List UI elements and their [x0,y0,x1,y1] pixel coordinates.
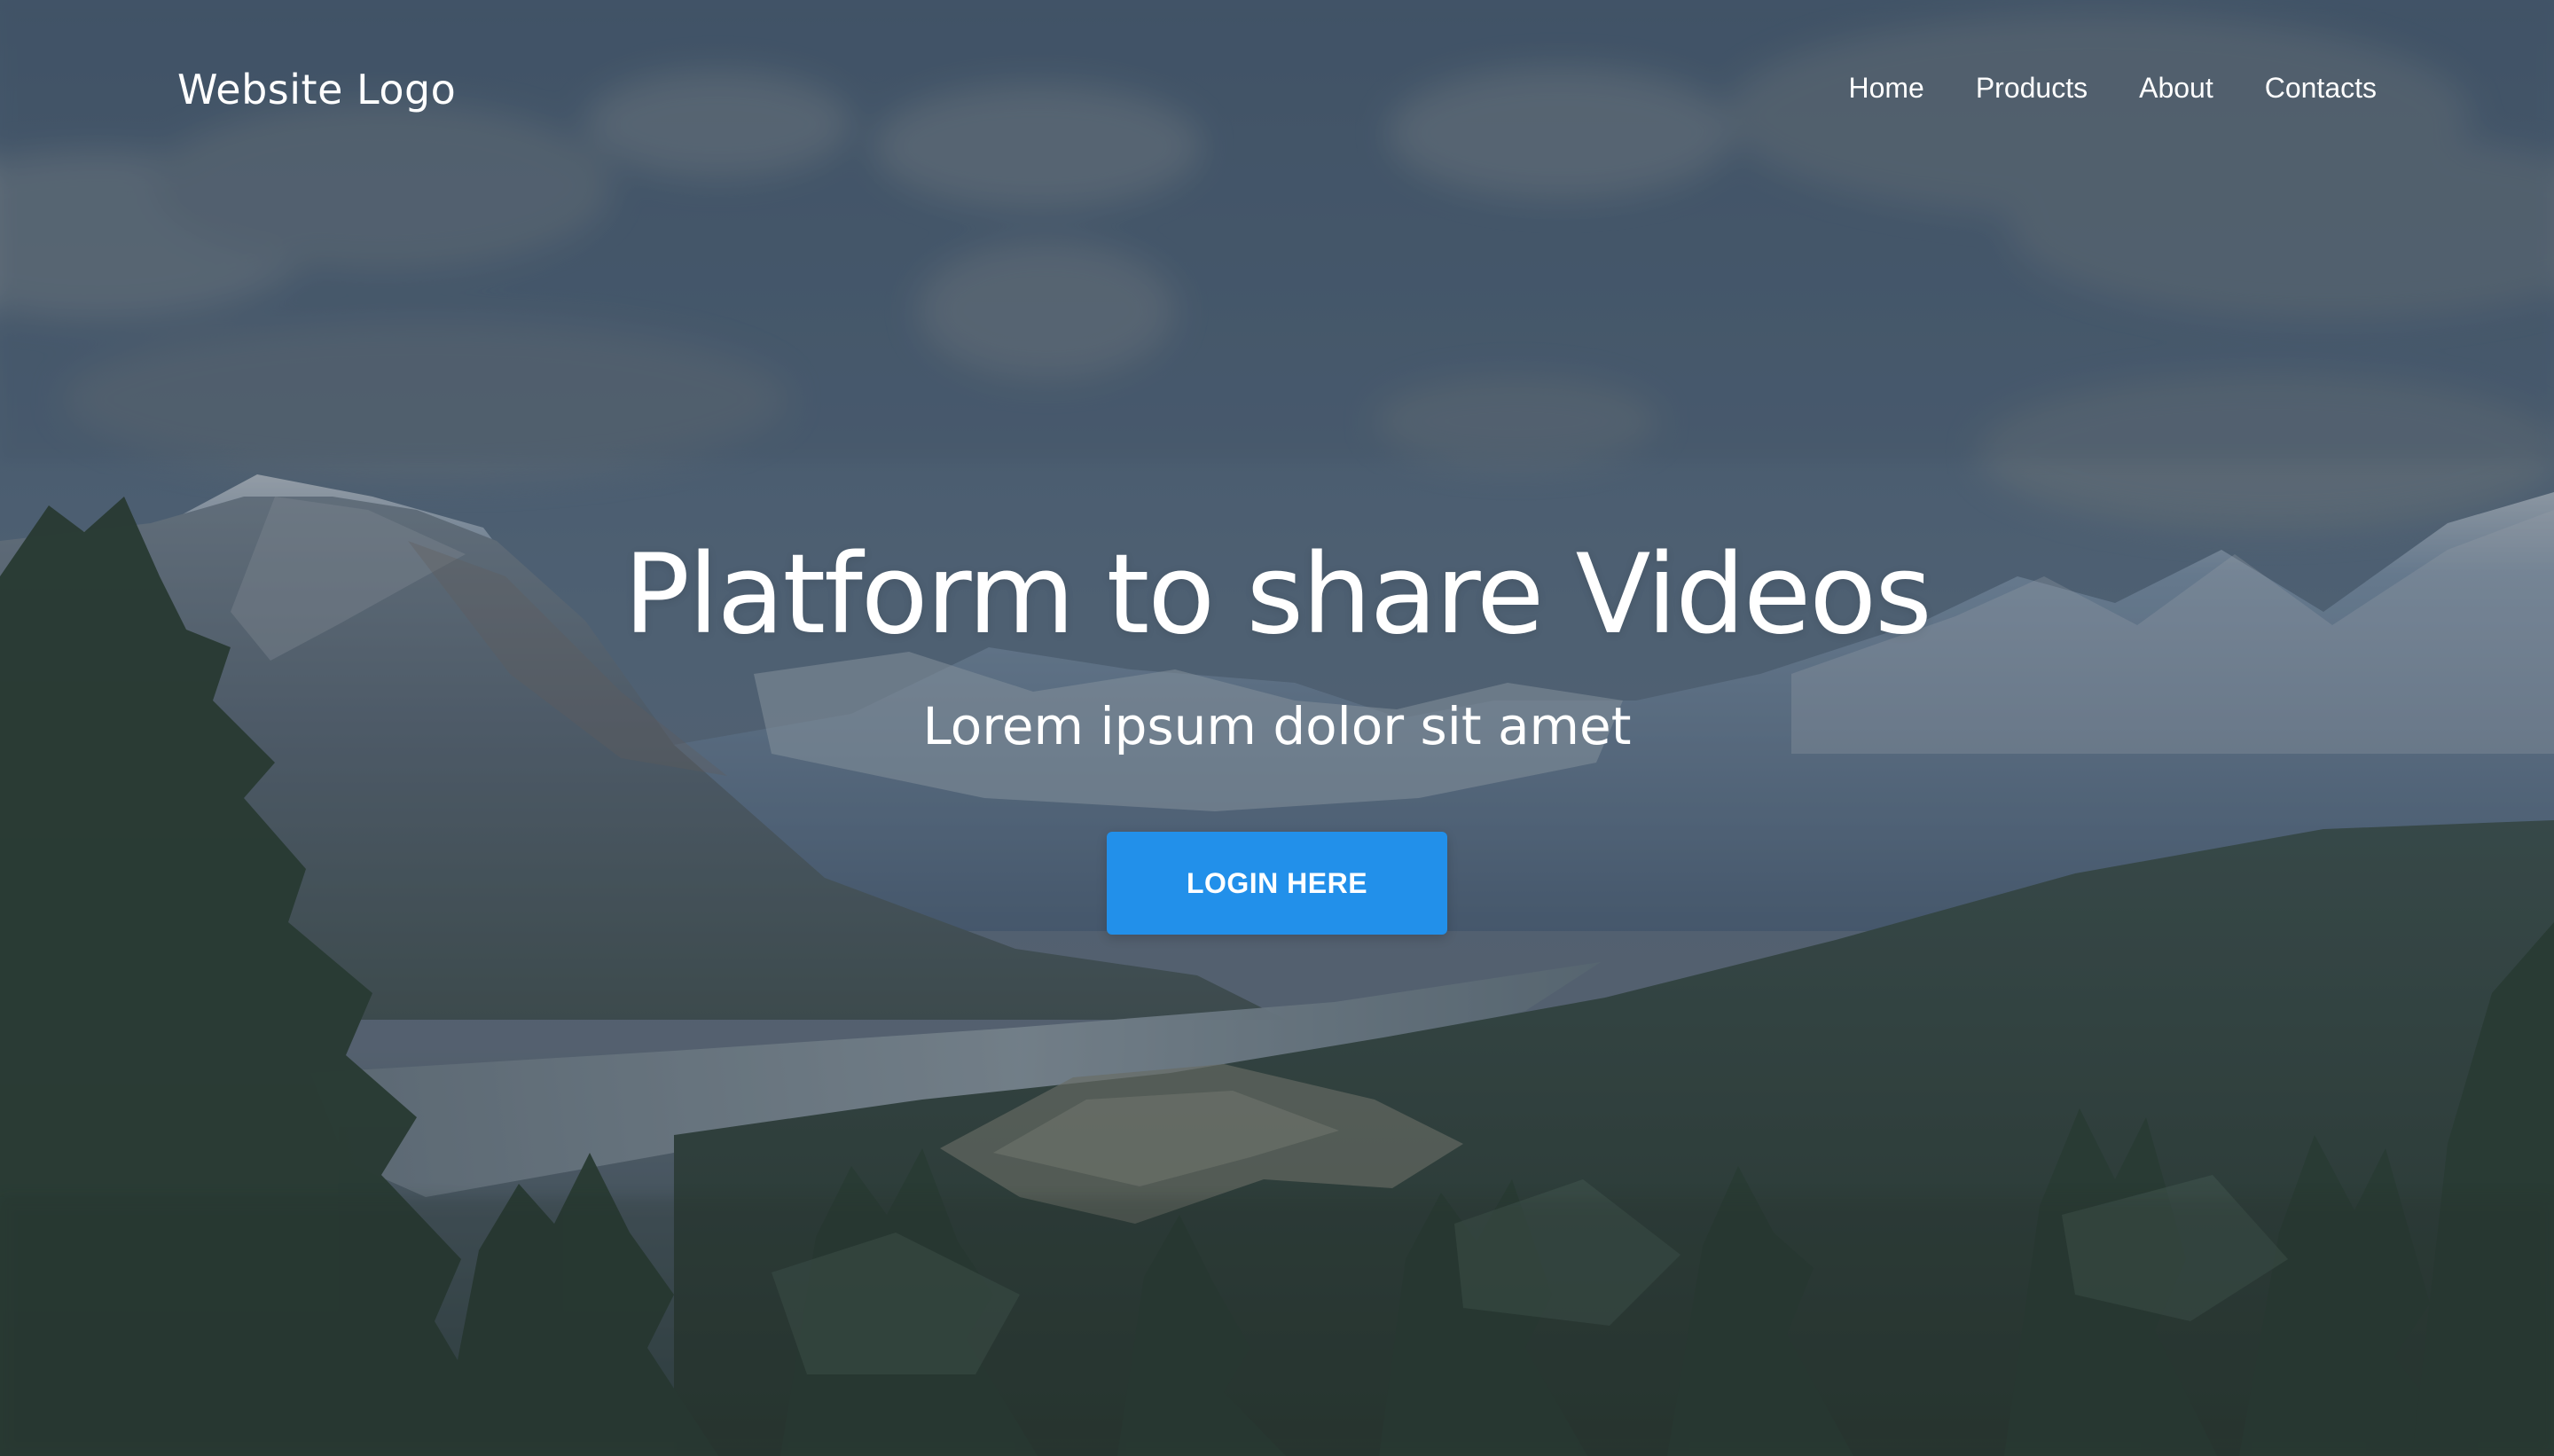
hero-subtitle: Lorem ipsum dolor sit amet [922,696,1632,756]
nav-link-products[interactable]: Products [1976,72,2088,104]
nav-link-contacts[interactable]: Contacts [2265,72,2377,104]
hero-section: Website Logo Home Products About Contact… [0,0,2554,1456]
nav-link-home[interactable]: Home [1848,72,1923,104]
website-logo[interactable]: Website Logo [177,60,456,119]
nav-item-contacts: Contacts [2265,66,2377,110]
nav-item-products: Products [1976,66,2088,110]
hero-title: Platform to share Videos [623,531,1931,659]
nav-item-home: Home [1848,66,1923,110]
nav-list: Home Products About Contacts [1848,66,2377,110]
nav-item-about: About [2139,66,2213,110]
nav-link-about[interactable]: About [2139,72,2213,104]
login-button[interactable]: LOGIN HERE [1107,832,1447,935]
